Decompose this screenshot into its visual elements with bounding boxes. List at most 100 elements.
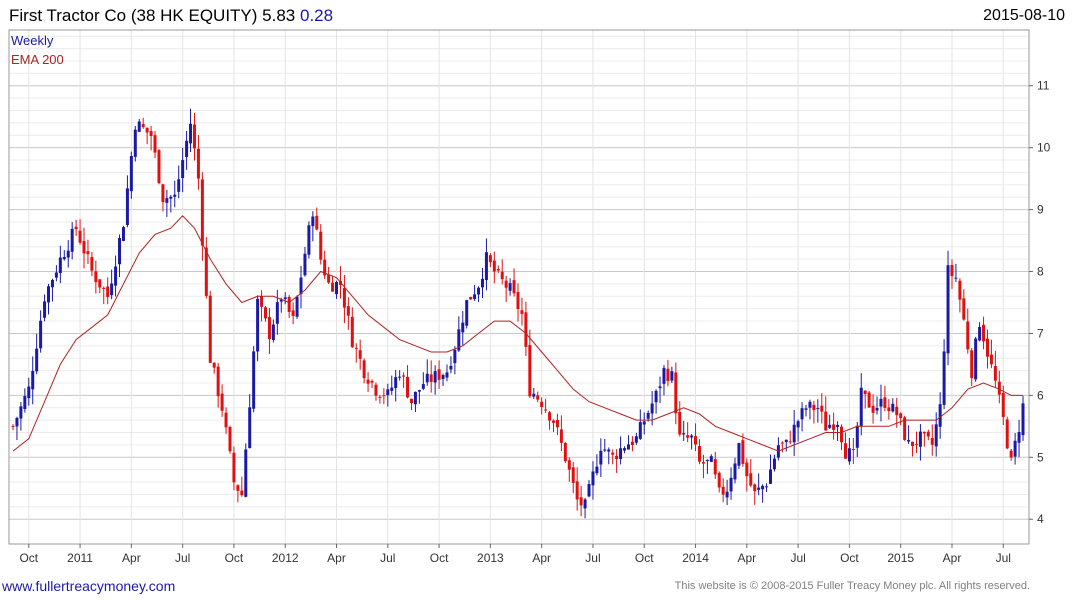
price-bar-down <box>749 473 753 486</box>
price-bar-down <box>824 411 828 431</box>
price-bar-up <box>658 386 662 389</box>
price-bar-up <box>595 466 599 474</box>
price-bar-up <box>398 376 402 378</box>
price-bar-up <box>114 266 118 286</box>
price-bar-up <box>425 373 429 383</box>
price-bar-down <box>220 393 224 411</box>
price-bar-up <box>129 156 133 192</box>
price-bar-up <box>189 123 193 144</box>
price-bar-down <box>200 179 204 246</box>
price-bar-up <box>705 459 709 461</box>
price-bar-down <box>402 375 406 377</box>
x-tick-label: Apr <box>327 551 346 565</box>
chart-gridlines <box>9 30 1029 544</box>
price-bar-down <box>488 255 492 263</box>
price-bar-up <box>390 387 394 391</box>
footer-link[interactable]: www.fullertreacymoney.com <box>2 578 175 594</box>
price-bar-down <box>753 484 757 492</box>
legend-ema: EMA 200 <box>11 52 64 67</box>
price-bar-down <box>264 307 267 319</box>
price-bar-down <box>106 286 110 297</box>
price-bar-down <box>469 297 473 300</box>
price-bar-up <box>954 277 958 279</box>
price-bar-down <box>615 455 619 460</box>
price-bar-up <box>275 302 279 324</box>
price-bar-down <box>267 317 271 340</box>
price-bar-up <box>646 412 650 419</box>
price-bar-down <box>1001 392 1005 418</box>
price-bar-down <box>555 419 559 428</box>
price-bar-up <box>587 483 591 497</box>
price-bar-down <box>985 338 989 357</box>
price-bar-up <box>946 265 950 354</box>
title-change: 0.28 <box>299 6 334 25</box>
title-text: First Tractor Co (38 HK EQUITY) 5.83 <box>9 6 296 25</box>
price-bar-down <box>342 288 346 308</box>
price-bar-up <box>177 179 181 192</box>
price-bar-up <box>623 448 627 451</box>
price-bar-down <box>382 395 386 397</box>
price-bar-up <box>804 408 808 410</box>
x-tick-label: Oct <box>430 551 449 565</box>
price-bar-down <box>548 412 552 421</box>
price-chart: 4567891011 Oct 2011 Apr Jul Oct 2012 Apr Jul Oct… <box>8 29 1051 565</box>
y-tick-label: 5 <box>1037 450 1044 464</box>
price-bar-down <box>571 467 575 483</box>
price-bar-up <box>118 238 122 265</box>
price-bar-up <box>477 287 481 295</box>
price-bar-down <box>141 124 145 128</box>
price-bar-up <box>974 338 978 380</box>
y-tick-label: 10 <box>1037 141 1051 155</box>
price-bar-down <box>492 260 496 272</box>
price-bar-up <box>828 424 832 428</box>
price-bar-up <box>19 406 23 419</box>
price-bar-down <box>196 148 200 179</box>
x-tick-label: Jul <box>996 551 1011 565</box>
price-bar-down <box>520 310 524 314</box>
price-bar-up <box>15 417 19 427</box>
price-bar-up <box>70 228 74 252</box>
price-bar-down <box>970 350 974 379</box>
price-bar-up <box>453 349 457 364</box>
price-bar-down <box>153 135 157 153</box>
price-bar-down <box>78 230 82 243</box>
price-bar-up <box>185 140 189 158</box>
price-bar-down <box>346 306 350 316</box>
price-bar-up <box>603 449 607 451</box>
price-bar-up <box>421 384 425 389</box>
price-bar-up <box>58 257 62 274</box>
price-bar-down <box>102 287 106 289</box>
price-bar-down <box>378 396 382 398</box>
price-bar-down <box>697 446 701 462</box>
price-bar-down <box>701 462 705 464</box>
price-bar-up <box>729 477 733 492</box>
price-bar-down <box>540 401 544 408</box>
price-bar-up <box>690 435 694 438</box>
price-bar-down <box>331 282 335 292</box>
price-bar-up <box>784 439 788 443</box>
price-bar-up <box>173 194 177 197</box>
price-bar-up <box>670 371 674 381</box>
footer-copyright: This website is © 2008-2015 Fuller Treac… <box>674 580 1030 592</box>
price-bar-down <box>11 425 15 427</box>
price-bar-down <box>236 485 240 491</box>
price-bar-down <box>630 441 634 446</box>
y-tick-label: 11 <box>1037 79 1050 93</box>
price-bar-down <box>157 150 161 184</box>
price-bar-down <box>713 459 717 475</box>
x-tick-label: Jul <box>380 551 395 565</box>
price-bar-down <box>911 441 915 447</box>
price-bar-down <box>315 215 319 230</box>
legend-weekly: Weekly <box>11 33 54 48</box>
price-bar-up <box>256 298 260 352</box>
x-axis-labels: Oct 2011 Apr Jul Oct 2012 Apr Jul Oct 2013 Apr Jul O… <box>19 544 1011 565</box>
y-tick-label: 4 <box>1037 512 1044 526</box>
price-bar-up <box>796 421 800 428</box>
price-bar-up <box>733 463 737 480</box>
price-bar-down <box>232 452 236 483</box>
price-bar-up <box>394 377 398 389</box>
price-bar-down <box>362 360 366 379</box>
price-bar-up <box>299 277 303 295</box>
price-bar-up <box>31 370 35 390</box>
price-bar-down <box>74 226 78 230</box>
